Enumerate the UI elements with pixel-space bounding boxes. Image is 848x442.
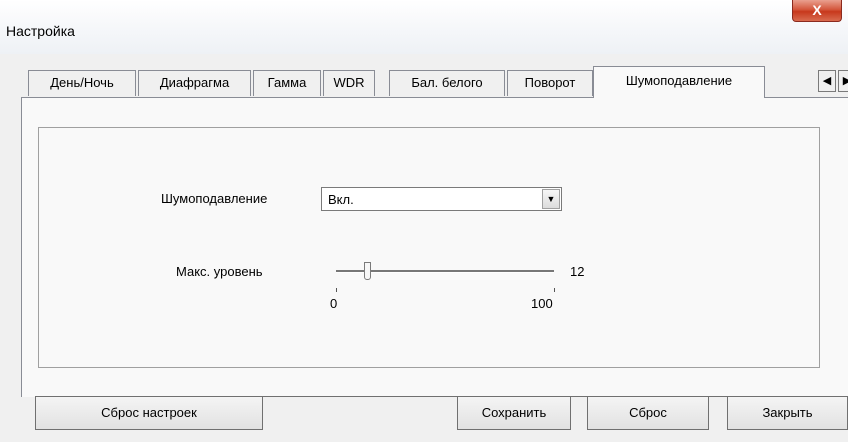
close-window-button[interactable]: X — [792, 0, 842, 22]
close-button[interactable]: Закрыть — [727, 396, 848, 430]
max-level-label: Макс. уровень — [176, 264, 263, 279]
slider-tick-min — [336, 288, 337, 292]
chevron-down-icon[interactable]: ▼ — [542, 189, 560, 209]
title-bar: Настройка X — [0, 0, 848, 54]
slider-thumb[interactable] — [364, 262, 371, 280]
reset-settings-button[interactable]: Сброс настроек — [35, 396, 263, 430]
window-title: Настройка — [6, 23, 75, 39]
noise-settings-group — [38, 127, 820, 368]
save-button[interactable]: Сохранить — [457, 396, 571, 430]
tab-label: Гамма — [267, 75, 307, 90]
tab-noise-reduction[interactable]: Шумоподавление — [593, 66, 765, 98]
tab-label: Шумоподавление — [625, 73, 733, 88]
tab-label: WDR — [333, 75, 365, 90]
slider-min-label: 0 — [330, 296, 338, 311]
noise-reduction-label: Шумоподавление — [161, 191, 268, 206]
tab-white-balance[interactable]: Бал. белого — [389, 70, 505, 96]
tab-scroll-right-button[interactable]: ▶ — [838, 70, 848, 92]
chevron-left-icon: ◀ — [822, 75, 832, 87]
max-level-slider[interactable] — [330, 262, 560, 292]
tab-wdr[interactable]: WDR — [323, 70, 375, 96]
max-level-value: 12 — [570, 264, 585, 279]
tab-label: Поворот — [524, 75, 576, 90]
tab-gamma[interactable]: Гамма — [253, 70, 321, 96]
noise-reduction-value: Вкл. — [328, 192, 354, 207]
tab-day-night[interactable]: День/Ночь — [28, 70, 136, 96]
slider-max-label: 100 — [531, 296, 553, 311]
tab-iris[interactable]: Диафрагма — [138, 70, 251, 96]
tab-label: Бал. белого — [411, 75, 483, 90]
button-separator-line — [571, 396, 587, 397]
tab-label: День/Ночь — [50, 75, 114, 90]
close-icon: X — [812, 2, 822, 18]
reset-button[interactable]: Сброс — [587, 396, 709, 430]
chevron-right-icon: ▶ — [842, 75, 848, 87]
noise-reduction-select[interactable]: Вкл. ▼ — [321, 187, 562, 211]
button-separator-line — [262, 396, 458, 397]
slider-tick-max — [554, 288, 555, 292]
tab-label: Диафрагма — [159, 75, 230, 90]
tab-rotation[interactable]: Поворот — [507, 70, 593, 96]
tab-scroll-left-button[interactable]: ◀ — [818, 70, 836, 92]
button-separator-line — [709, 396, 727, 397]
